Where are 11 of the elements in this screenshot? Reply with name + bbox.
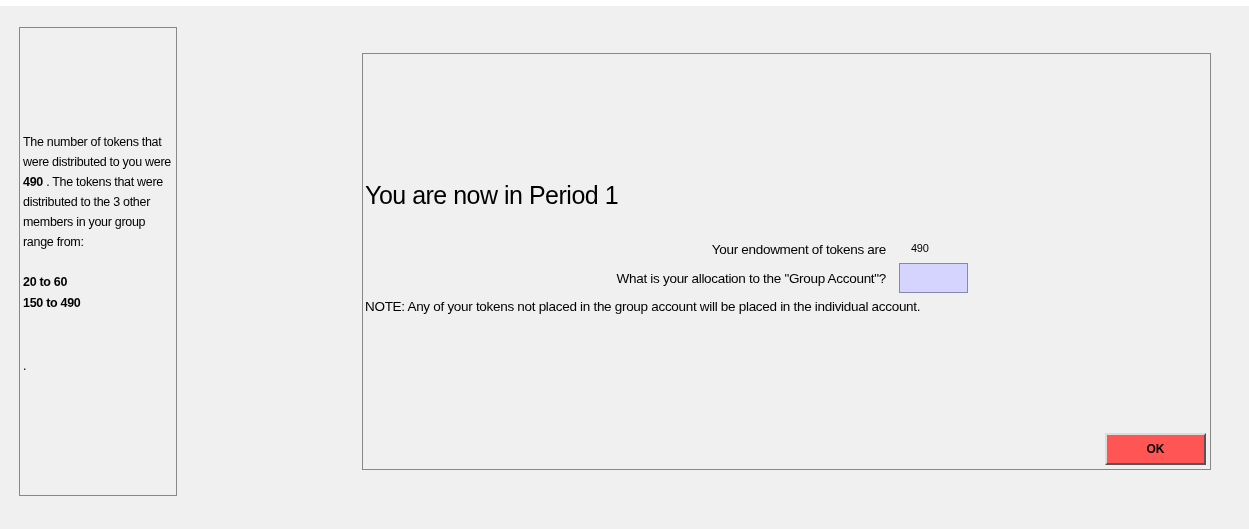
allocation-label: What is your allocation to the "Group Account"? [615, 270, 886, 286]
ok-button[interactable]: OK [1105, 433, 1206, 465]
footer-dot: . [23, 358, 28, 375]
token-info-text: The number of tokens that were distributed to you were 490 . The tokens that were distributed to the 3 other members in your group range from: [23, 134, 172, 251]
allocation-input[interactable] [899, 263, 968, 293]
note-text: NOTE: Any of your tokens not placed in the group account will be placed in the individual account. [365, 299, 922, 314]
token-range: 150 to 490 [23, 295, 82, 312]
endowment-value: 490 [910, 242, 930, 254]
token-range: 20 to 60 [23, 274, 69, 291]
period-heading: You are now in Period 1 [365, 180, 620, 210]
endowment-label: Your endowment of tokens are [710, 242, 886, 257]
